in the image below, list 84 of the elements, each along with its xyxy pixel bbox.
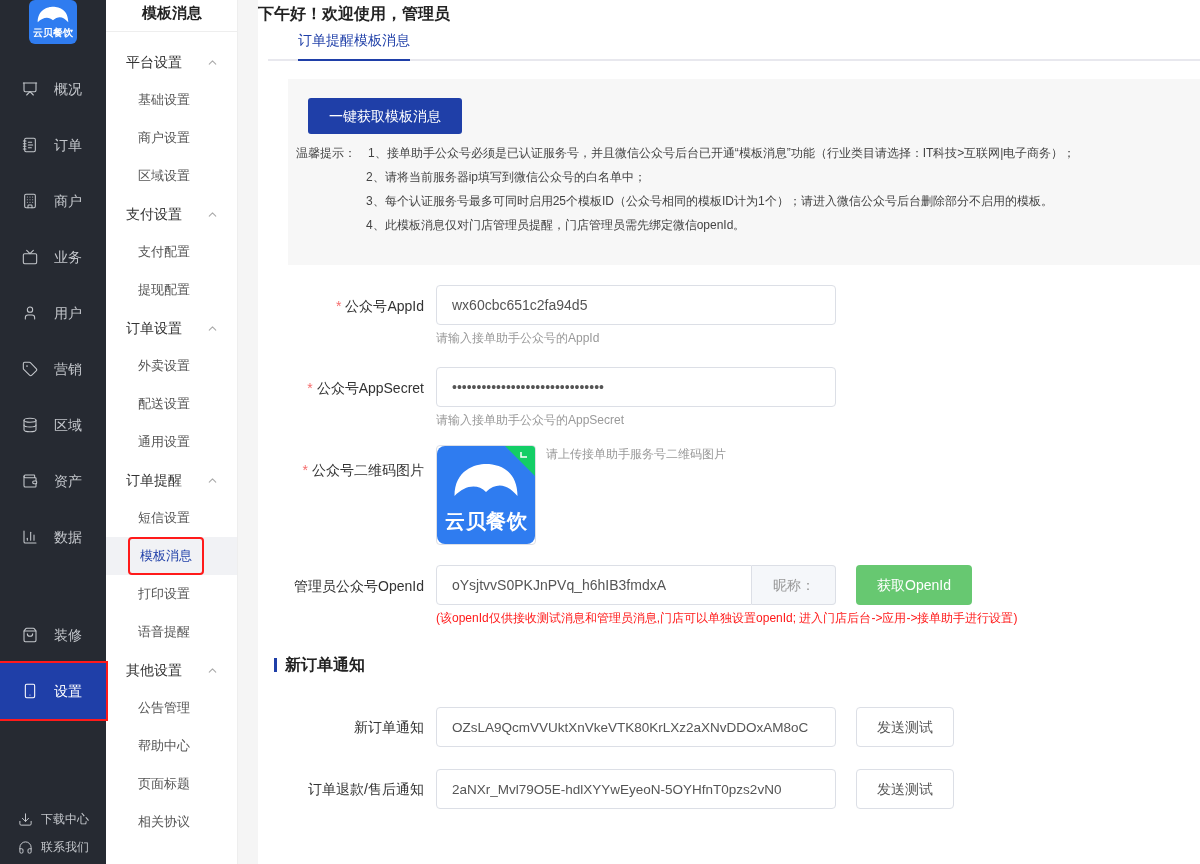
submenu-item[interactable]: 页面标题 — [128, 765, 200, 803]
submenu-item[interactable]: 公告管理 — [128, 689, 200, 727]
nav-item[interactable]: 业务 — [0, 229, 106, 285]
notice-text: 2、请将当前服务器ip填写到微信公众号的白名单中； — [366, 169, 647, 186]
notebook-icon — [22, 137, 38, 153]
nav-item[interactable]: 设置 — [0, 663, 106, 719]
nav-item[interactable]: 商户 — [0, 173, 106, 229]
send-test-button[interactable]: 发送测试 — [856, 707, 954, 747]
footer-link[interactable]: 下载中心 — [0, 810, 106, 828]
required-mark: * — [302, 461, 308, 480]
field-label: 新订单通知 — [353, 717, 425, 737]
submenu-item[interactable]: 提现配置 — [128, 271, 200, 309]
submenu-item[interactable]: 打印设置 — [128, 575, 200, 613]
download-icon — [18, 811, 33, 827]
submenu-item[interactable]: 短信设置 — [128, 499, 200, 537]
submenu-item[interactable]: 通用设置 — [128, 423, 200, 461]
submenu-item[interactable]: 支付配置 — [128, 233, 200, 271]
section-title: 新订单通知 — [285, 655, 365, 675]
text-field[interactable]: oYsjtvvS0PKJnPVq_h6hIB3fmdxA — [436, 565, 752, 605]
text-field[interactable]: 2aNXr_Mvl79O5E-hdlXYYwEyeoN-5OYHfnT0pzs2vN0 — [436, 769, 836, 809]
field-label: 公众号AppId — [345, 297, 424, 316]
submenu-item[interactable]: 语音提醒 — [128, 613, 200, 651]
logo-text: 云贝餐饮 — [33, 26, 73, 40]
submenu-group[interactable]: 订单提醒 — [106, 461, 237, 499]
send-test-button[interactable]: 发送测试 — [856, 769, 954, 809]
submenu-item[interactable]: 外卖设置 — [128, 347, 200, 385]
building-icon — [22, 193, 38, 209]
greeting: 下午好！欢迎使用，管理员 — [258, 4, 451, 24]
field-label: 管理员公众号OpenId — [294, 577, 424, 596]
nav-item[interactable]: 资产 — [0, 453, 106, 509]
image-upload[interactable]: 云贝餐饮 — [436, 445, 536, 545]
presentation-icon — [22, 81, 38, 97]
notice-text: 3、每个认证服务号最多可同时启用25个模板ID（公众号相同的模板ID计为1个）；请进入微信公众号后台删除部分不启用的模板。 — [366, 193, 1054, 210]
field-label: 订单退款/售后通知 — [307, 779, 425, 799]
required-mark: * — [307, 379, 313, 398]
field-hint: 请输入接单助手公众号的AppSecret — [436, 412, 626, 429]
tag-icon — [22, 361, 38, 377]
required-mark: * — [335, 297, 342, 316]
user-icon — [22, 305, 38, 321]
nav-item[interactable]: 数据 — [0, 509, 106, 565]
logo-text: 云贝餐饮 — [445, 509, 527, 534]
submenu-group[interactable]: 其他设置 — [106, 651, 237, 689]
notice-text: 4、此模板消息仅对门店管理员提醒，门店管理员需先绑定微信openId。 — [366, 217, 747, 234]
openid-note: (该openId仅供接收测试消息和管理员消息,门店可以单独设置openId; 进入门店后台->应用->接单助手进行设置) — [436, 610, 1018, 627]
text-field[interactable]: OZsLA9QcmVVUktXnVkeVTK80KrLXz2aXNvDDOxAM8oC — [436, 707, 836, 747]
phone-icon — [22, 683, 38, 699]
field-hint: 请上传接单助手服务号二维码图片 — [546, 446, 726, 463]
text-field[interactable]: wx60cbc651c2fa94d5 — [436, 285, 836, 325]
text-field[interactable]: ••••••••••••••••••••••••••••••• — [436, 367, 836, 407]
screen-icon — [22, 249, 38, 265]
wallet-icon — [22, 473, 38, 489]
nav-item[interactable]: 概况 — [0, 61, 106, 117]
submenu-group[interactable]: 订单设置 — [106, 309, 237, 347]
bar-chart-icon — [22, 529, 38, 545]
nav-item[interactable]: 营销 — [0, 341, 106, 397]
field-hint: 请输入接单助手公众号的AppId — [436, 330, 601, 347]
submenu-item[interactable]: 基础设置 — [128, 81, 200, 119]
field-label: 公众号AppSecret — [316, 379, 424, 398]
headphones-icon — [18, 839, 33, 855]
nav-item[interactable]: 区域 — [0, 397, 106, 453]
nickname-addon: 昵称： — [752, 565, 836, 605]
cloud-icon — [36, 6, 70, 23]
section-marker — [274, 658, 277, 672]
tab[interactable]: 订单提醒模板消息 — [298, 26, 410, 61]
fetch-templates-button[interactable]: 一键获取模板消息 — [308, 98, 462, 134]
footer-link[interactable]: 联系我们 — [0, 838, 106, 856]
submenu-item[interactable]: 相关协议 — [128, 803, 200, 841]
submenu-item[interactable]: 配送设置 — [128, 385, 200, 423]
submenu-group[interactable]: 支付设置 — [106, 195, 237, 233]
submenu-title: 模板消息 — [106, 0, 237, 32]
database-icon — [22, 417, 38, 433]
submenu-item[interactable]: 帮助中心 — [128, 727, 200, 765]
submenu-item[interactable]: 商户设置 — [128, 119, 200, 157]
submenu-item[interactable]: 模板消息 — [128, 537, 204, 575]
nav-item[interactable]: 订单 — [0, 117, 106, 173]
notice-label: 温馨提示： — [296, 145, 357, 162]
notice-text: 1、接单助手公众号必须是已认证服务号，并且微信公众号后台已开通“模板消息”功能（行业类目请选择：IT科技>互联网|电子商务）； — [368, 145, 1076, 162]
bag-icon — [22, 627, 38, 643]
field-label: 公众号二维码图片 — [312, 461, 424, 480]
submenu-group[interactable]: 平台设置 — [106, 43, 237, 81]
nav-item[interactable]: 装修 — [0, 607, 106, 663]
nav-item[interactable]: 用户 — [0, 285, 106, 341]
submenu-item[interactable]: 区域设置 — [128, 157, 200, 195]
check-corner-icon — [505, 446, 535, 476]
